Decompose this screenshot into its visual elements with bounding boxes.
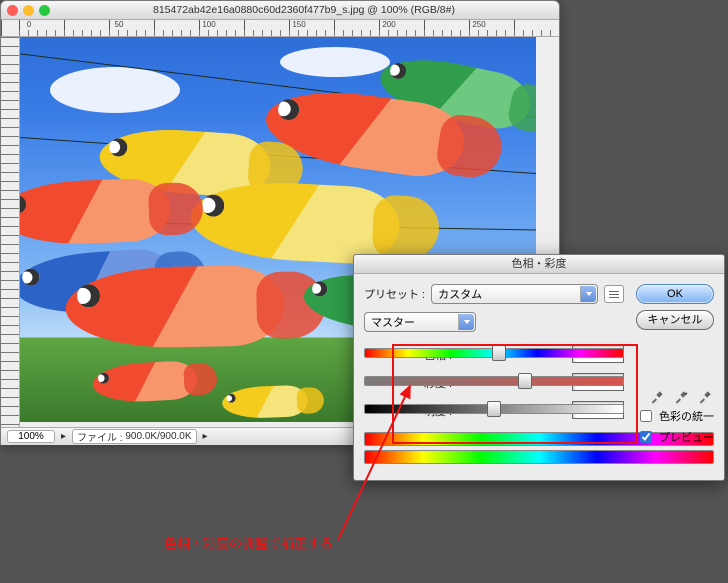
preset-label: プリセット : [364,286,425,302]
minimize-icon[interactable] [23,5,34,16]
zoom-icon[interactable] [39,5,50,16]
preset-menu-icon[interactable] [604,285,624,303]
svg-text:+: + [685,392,688,398]
ok-button[interactable]: OK [636,284,714,304]
close-icon[interactable] [7,5,18,16]
ruler-horizontal: 0 50 100 150 200 250 [1,20,559,37]
eyedropper-minus-icon[interactable]: - [696,388,714,406]
eyedropper-icon[interactable] [648,388,666,406]
hue-saturation-dialog: 色相・彩度 プリセット : カスタム マスター OK キャンセル 色相 : +6 [353,254,725,481]
eyedropper-plus-icon[interactable]: + [672,388,690,406]
preset-select[interactable]: カスタム [431,284,598,304]
preview-checkbox[interactable]: プレビュー [636,428,714,446]
channel-select[interactable]: マスター [364,312,476,332]
colorize-checkbox[interactable]: 色彩の統一 [636,407,714,425]
annotation-text: 色相・彩度の調整で補正する [164,533,333,552]
dialog-title: 色相・彩度 [354,255,724,274]
svg-text:-: - [709,392,711,398]
window-titlebar: 815472ab42e16a0880c60d2360f477b9_s.jpg @… [1,1,559,20]
file-info[interactable]: ファイル : 900.0K/900.0K [72,429,197,444]
lightness-slider[interactable]: 明度 : 0 [364,404,624,414]
saturation-slider[interactable]: 彩度 : +24 [364,376,624,386]
chevron-icon[interactable]: ▸ [61,431,66,442]
window-title: 815472ab42e16a0880c60d2360f477b9_s.jpg @… [55,4,553,16]
hue-slider[interactable]: 色相 : +6 [364,348,624,358]
zoom-input[interactable] [7,430,55,443]
ruler-vertical [1,37,20,427]
cancel-button[interactable]: キャンセル [636,310,714,330]
chevron-icon[interactable]: ▸ [203,431,208,442]
